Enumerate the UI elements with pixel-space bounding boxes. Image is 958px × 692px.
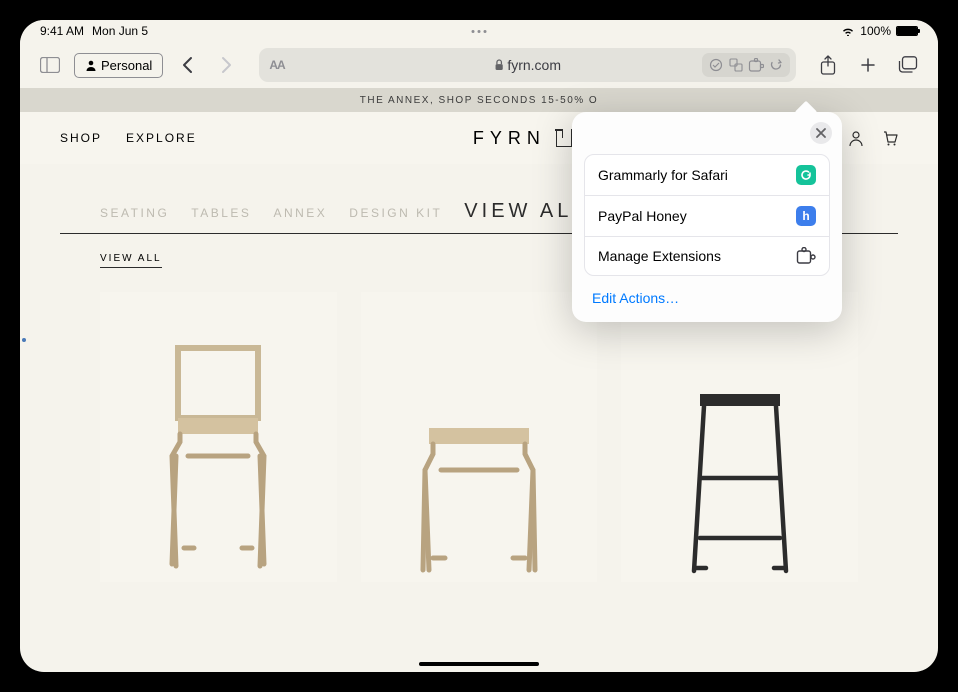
barstool-icon: [660, 388, 820, 578]
new-tab-button[interactable]: [852, 49, 884, 81]
extension-label: Grammarly for Safari: [598, 167, 728, 183]
tab-annex[interactable]: ANNEX: [273, 206, 327, 220]
extension-label: PayPal Honey: [598, 208, 687, 224]
manage-extensions-item[interactable]: Manage Extensions: [585, 237, 829, 275]
manage-extensions-label: Manage Extensions: [598, 248, 721, 264]
url-text: fyrn.com: [507, 57, 561, 73]
status-date: Mon Jun 5: [92, 24, 148, 38]
status-time: 9:41 AM: [40, 24, 84, 38]
product-card[interactable]: [100, 292, 337, 582]
view-all-link[interactable]: VIEW ALL: [100, 253, 162, 268]
tab-design-kit[interactable]: DESIGN KIT: [349, 206, 442, 220]
profile-label: Personal: [101, 58, 152, 73]
brand-mark-icon: [556, 129, 572, 147]
lock-icon: [494, 59, 503, 71]
stool-icon: [399, 418, 559, 578]
honey-icon: h: [796, 206, 816, 226]
share-button[interactable]: [812, 49, 844, 81]
status-bar: 9:41 AM Mon Jun 5 100%: [20, 20, 938, 42]
slide-over-indicator[interactable]: [22, 338, 26, 342]
home-indicator[interactable]: [419, 662, 539, 666]
close-button[interactable]: [810, 122, 832, 144]
multitask-dots-icon[interactable]: [472, 30, 487, 33]
translate-icon[interactable]: [727, 56, 745, 74]
battery-icon: [896, 26, 918, 36]
product-card[interactable]: [621, 292, 858, 582]
address-bar[interactable]: AA fyrn.com: [259, 48, 796, 82]
extensions-button[interactable]: [747, 56, 765, 74]
tabs-button[interactable]: [892, 49, 924, 81]
brand-name: FYRN: [473, 128, 546, 149]
account-icon[interactable]: [848, 130, 864, 146]
tracking-shield-icon[interactable]: [707, 56, 725, 74]
extension-item-grammarly[interactable]: Grammarly for Safari: [585, 155, 829, 196]
edit-actions-label: Edit Actions…: [592, 290, 679, 306]
nav-explore[interactable]: EXPLORE: [126, 131, 197, 145]
profile-button[interactable]: Personal: [74, 53, 163, 78]
extension-item-honey[interactable]: PayPal Honey h: [585, 196, 829, 237]
tab-seating[interactable]: SEATING: [100, 206, 169, 220]
reload-button[interactable]: [767, 56, 785, 74]
brand-logo[interactable]: FYRN: [473, 128, 572, 149]
puzzle-icon: [796, 247, 816, 265]
wifi-icon: [841, 26, 855, 36]
cart-icon[interactable]: [882, 130, 898, 146]
edit-actions-link[interactable]: Edit Actions…: [572, 276, 842, 308]
person-icon: [85, 59, 97, 71]
battery-percent: 100%: [860, 24, 891, 38]
back-button[interactable]: [171, 49, 203, 81]
product-card[interactable]: [361, 292, 598, 582]
nav-shop[interactable]: SHOP: [60, 131, 102, 145]
promo-text: THE ANNEX, SHOP SECONDS 15-50% O: [360, 95, 598, 106]
close-icon: [816, 128, 826, 138]
forward-button[interactable]: [211, 49, 243, 81]
extensions-popover: Grammarly for Safari PayPal Honey h Mana…: [572, 112, 842, 322]
tab-view-all[interactable]: VIEW ALL: [464, 200, 587, 223]
grammarly-icon: [796, 165, 816, 185]
reader-button[interactable]: AA: [259, 58, 284, 72]
chair-icon: [138, 328, 298, 578]
sidebar-button[interactable]: [34, 49, 66, 81]
tab-tables[interactable]: TABLES: [191, 206, 251, 220]
safari-toolbar: Personal AA fyrn.com: [20, 42, 938, 88]
